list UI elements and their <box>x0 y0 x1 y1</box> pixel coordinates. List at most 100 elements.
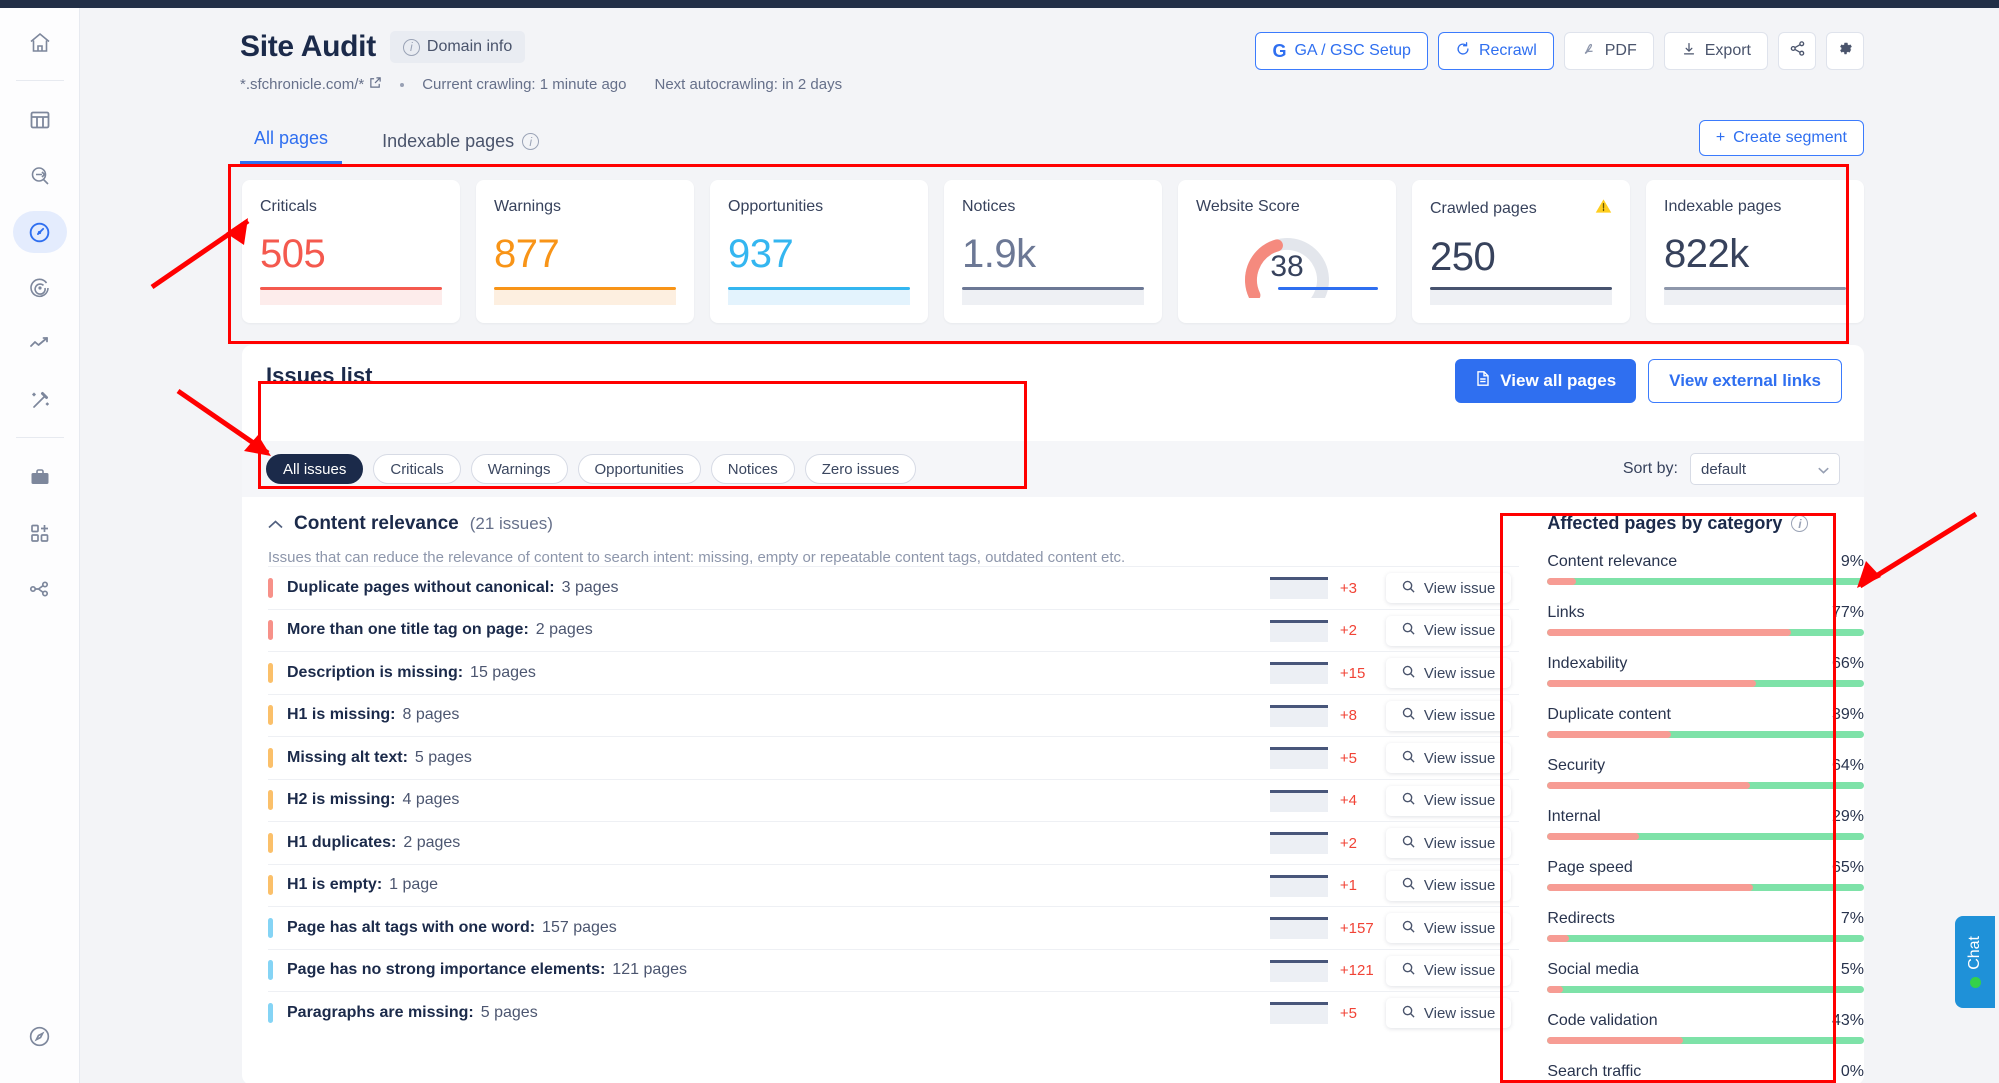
category-bar <box>1547 782 1864 789</box>
recrawl-button[interactable]: Recrawl <box>1437 32 1554 70</box>
view-issue-button[interactable]: View issue <box>1385 658 1512 689</box>
severity-indicator <box>268 1002 273 1023</box>
domain-link[interactable]: *.sfchronicle.com/* <box>240 76 382 93</box>
table-row[interactable]: More than one title tag on page: 2 pages… <box>268 608 1520 652</box>
info-icon[interactable]: i <box>1791 515 1809 532</box>
sidebar-item-home[interactable] <box>13 22 67 64</box>
view-issue-button[interactable]: View issue <box>1385 700 1512 731</box>
tab-indexable-pages[interactable]: Indexable pages i <box>368 131 553 164</box>
metric-card-notices[interactable]: Notices 1.9k <box>944 180 1162 323</box>
filter-chip-notices[interactable]: Notices <box>710 454 795 484</box>
issue-filter-chips: All issues Criticals Warnings Opportunit… <box>266 454 917 484</box>
table-row[interactable]: H1 duplicates: 2 pages +2 View issue <box>268 821 1520 864</box>
sidebar-item-analytics[interactable] <box>13 323 67 365</box>
chat-widget-button[interactable]: Chat <box>1955 916 1995 1008</box>
table-row[interactable]: Duplicate pages without canonical: 3 pag… <box>268 566 1520 609</box>
sidebar-item-integrations[interactable] <box>13 568 67 610</box>
category-item: Links 77% <box>1547 604 1864 636</box>
view-issue-button[interactable]: View issue <box>1385 785 1512 816</box>
sidebar-item-rank-tracker[interactable] <box>13 267 67 309</box>
search-icon <box>1402 835 1415 852</box>
metric-card-value: 937 <box>728 232 794 276</box>
metric-card-sparkbar <box>962 287 1144 305</box>
section-content-relevance-header[interactable]: Content relevance (21 issues) <box>268 513 1519 535</box>
metric-card-crawled-pages[interactable]: Crawled pages 250 <box>1412 180 1630 323</box>
domain-text: *.sfchronicle.com/* <box>240 76 365 93</box>
view-external-links-button[interactable]: View external links <box>1648 359 1842 403</box>
view-all-pages-button[interactable]: View all pages <box>1455 359 1637 403</box>
title-row: Site Audit i Domain info <box>240 30 526 64</box>
issue-row-actions: +4 View issue <box>1269 780 1512 823</box>
create-segment-button[interactable]: + Create segment <box>1698 120 1864 156</box>
section-description: Issues that can reduce the relevance of … <box>268 549 1126 566</box>
website-score-value: 38 <box>1270 250 1304 283</box>
main-content: Site Audit i Domain info *.sfchronicle.c… <box>80 8 1999 1083</box>
view-issue-button[interactable]: View issue <box>1385 573 1512 604</box>
issue-count: 4 pages <box>402 791 460 809</box>
sidebar-item-keyword-research[interactable] <box>13 155 67 197</box>
sort-by-select[interactable]: default <box>1690 453 1840 485</box>
sidebar-item-projects[interactable] <box>13 456 67 498</box>
metric-card-sparkbar <box>1664 287 1846 305</box>
category-row: Code validation 43% <box>1547 1012 1864 1030</box>
ga-gsc-setup-button[interactable]: G GA / GSC Setup <box>1255 32 1428 70</box>
view-issue-label: View issue <box>1423 622 1496 640</box>
sidebar-item-add-widget[interactable] <box>13 512 67 554</box>
filter-chip-zero-issues[interactable]: Zero issues <box>804 454 917 484</box>
share-button[interactable] <box>1778 32 1816 70</box>
filter-chip-opportunities[interactable]: Opportunities <box>577 454 701 484</box>
category-item: Social media 5% <box>1547 961 1864 993</box>
category-item: Code validation 43% <box>1547 1012 1864 1044</box>
category-percent: 65% <box>1831 859 1864 876</box>
table-row[interactable]: H2 is missing: 4 pages +4 View issue <box>268 778 1520 823</box>
issue-count: 2 pages <box>403 833 461 851</box>
table-row[interactable]: Description is missing: 15 pages +15 Vie… <box>268 651 1520 694</box>
metric-card-indexable-pages[interactable]: Indexable pages 822k <box>1646 180 1864 323</box>
tab-all-pages[interactable]: All pages <box>240 128 343 164</box>
issue-count: 15 pages <box>470 663 536 681</box>
category-item: Page speed 65% <box>1547 859 1864 891</box>
issue-count: 157 pages <box>542 918 617 936</box>
export-button[interactable]: Export <box>1663 32 1768 70</box>
domain-info-button[interactable]: i Domain info <box>389 31 526 63</box>
page-title: Site Audit <box>240 30 376 63</box>
table-row[interactable]: H1 is empty: 1 page +1 View issue <box>268 863 1520 907</box>
view-issue-button[interactable]: View issue <box>1385 870 1512 901</box>
trend-sparkline <box>1269 959 1328 982</box>
metric-card-warnings[interactable]: Warnings 877 <box>476 180 694 323</box>
category-name: Code validation <box>1547 1012 1658 1029</box>
issue-count: 1 page <box>389 876 439 894</box>
metric-card-opportunities[interactable]: Opportunities 937 <box>710 180 928 323</box>
metric-card-criticals[interactable]: Criticals 505 <box>242 180 460 323</box>
table-row[interactable]: Paragraphs are missing: 5 pages +5 View … <box>268 991 1520 1034</box>
severity-indicator <box>268 577 273 598</box>
page-header: Site Audit i Domain info *.sfchronicle.c… <box>80 8 1999 120</box>
table-row[interactable]: H1 is missing: 8 pages +8 View issue <box>268 693 1520 737</box>
view-issue-button[interactable]: View issue <box>1385 743 1512 774</box>
view-issue-button[interactable]: View issue <box>1385 828 1512 859</box>
download-icon <box>1681 41 1697 62</box>
metric-card-sparkbar <box>260 287 442 305</box>
sidebar-item-site-audit[interactable] <box>12 211 67 253</box>
table-row[interactable]: Missing alt text: 5 pages +5 View issue <box>268 736 1520 779</box>
table-row[interactable]: Page has no strong importance elements: … <box>268 948 1520 992</box>
add-grid-icon <box>28 521 52 545</box>
metric-card-website-score[interactable]: Website Score 38 <box>1178 180 1396 323</box>
category-name: Redirects <box>1547 910 1615 927</box>
category-bar <box>1547 884 1864 891</box>
view-issue-button[interactable]: View issue <box>1385 913 1512 944</box>
sidebar-item-content-tools[interactable] <box>13 379 67 421</box>
table-row[interactable]: Page has alt tags with one word: 157 pag… <box>268 906 1520 949</box>
metric-card-value: 250 <box>1430 235 1496 279</box>
view-issue-button[interactable]: View issue <box>1385 955 1512 986</box>
settings-button[interactable] <box>1826 32 1864 70</box>
sidebar-item-dashboard[interactable] <box>13 99 67 141</box>
filter-chip-warnings[interactable]: Warnings <box>470 454 568 484</box>
filter-chip-criticals[interactable]: Criticals <box>373 454 461 484</box>
filter-chip-all-issues[interactable]: All issues <box>266 454 364 484</box>
sidebar-item-settings[interactable] <box>13 1015 67 1057</box>
view-issue-button[interactable]: View issue <box>1385 615 1512 646</box>
gauge-icon <box>27 220 52 245</box>
pdf-button[interactable]: PDF <box>1563 32 1654 70</box>
view-issue-button[interactable]: View issue <box>1385 998 1512 1029</box>
